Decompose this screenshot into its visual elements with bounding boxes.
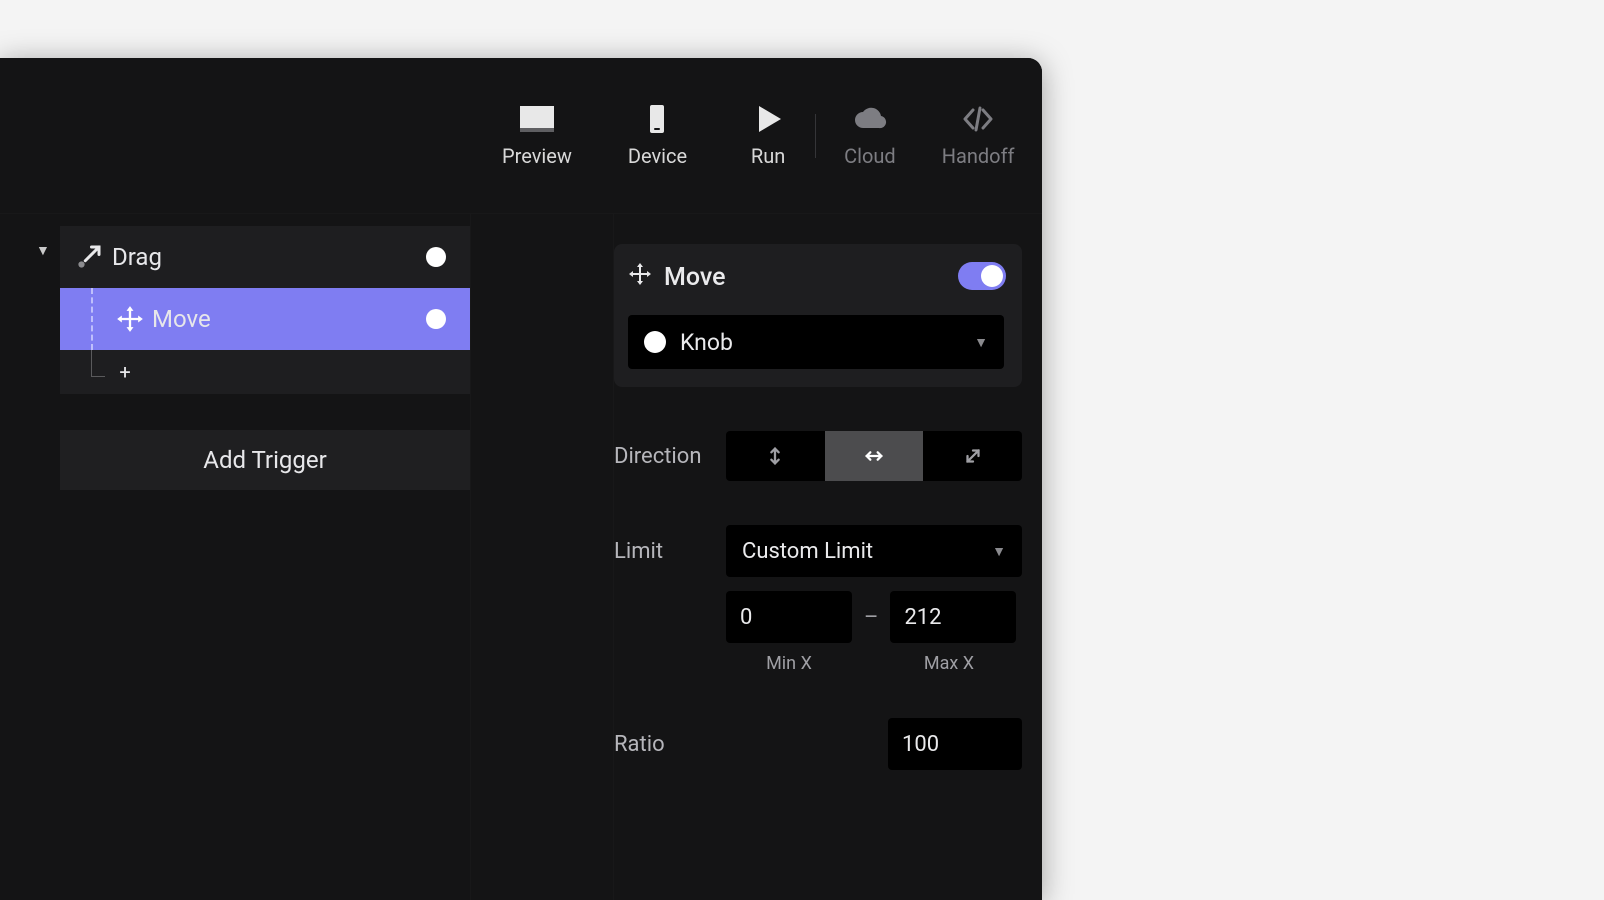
- ratio-input[interactable]: 100: [888, 718, 1022, 770]
- add-trigger-label: Add Trigger: [203, 446, 326, 474]
- trigger-row-drag[interactable]: Drag: [60, 226, 470, 288]
- min-x-caption: Min X: [726, 653, 852, 674]
- min-x-value: 0: [740, 605, 752, 630]
- direction-horizontal[interactable]: [825, 431, 924, 481]
- layer-dot-icon: [426, 247, 446, 267]
- target-label: Knob: [680, 329, 733, 356]
- tree-guide: [91, 288, 93, 350]
- add-action-row[interactable]: +: [60, 350, 470, 394]
- handoff-icon: [959, 104, 997, 134]
- inspector-title-label: Move: [664, 263, 726, 292]
- inspector-panel: Move Knob ▼ Direction: [614, 214, 1042, 900]
- device-label: Device: [628, 144, 687, 168]
- tree-guide: [91, 350, 93, 376]
- run-icon: [749, 104, 787, 134]
- run-label: Run: [751, 144, 785, 168]
- chevron-down-icon: ▼: [974, 334, 988, 351]
- max-x-input[interactable]: 212: [890, 591, 1016, 643]
- chevron-down-icon[interactable]: ▼: [36, 242, 50, 259]
- toolbar-separator: [815, 114, 816, 158]
- direction-vertical[interactable]: [726, 431, 825, 481]
- body-split: ▼ Drag Move: [0, 214, 1042, 900]
- limit-label: Limit: [614, 539, 726, 564]
- move-icon: [116, 305, 144, 333]
- preview-label: Preview: [502, 144, 572, 168]
- limit-values: 0 – 212: [726, 591, 1022, 643]
- trigger-block: Drag Move +: [60, 226, 470, 394]
- preview-button[interactable]: Preview: [502, 104, 572, 168]
- action-row-label: Move: [152, 305, 211, 333]
- ratio-label: Ratio: [614, 732, 726, 757]
- max-x-caption: Max X: [886, 653, 1012, 674]
- inspector-card: Move Knob ▼: [614, 244, 1022, 387]
- cloud-icon: [851, 104, 889, 134]
- cloud-label: Cloud: [844, 144, 896, 168]
- target-select[interactable]: Knob ▼: [628, 315, 1004, 369]
- direction-free[interactable]: [923, 431, 1022, 481]
- enabled-toggle[interactable]: [958, 262, 1006, 290]
- add-trigger-button[interactable]: Add Trigger: [60, 430, 470, 490]
- plus-icon: +: [116, 360, 134, 384]
- layer-dot-icon: [644, 331, 666, 353]
- ratio-value: 100: [902, 732, 939, 757]
- action-row-move[interactable]: Move: [60, 288, 470, 350]
- range-dash: –: [864, 605, 878, 630]
- device-button[interactable]: Device: [628, 104, 687, 168]
- ratio-row: Ratio 100: [614, 718, 1022, 770]
- direction-segmented: [726, 431, 1022, 481]
- canvas-area: [470, 214, 614, 900]
- actions-panel: ▼ Drag Move: [0, 214, 470, 900]
- move-icon: [628, 262, 652, 293]
- drag-icon: [74, 242, 104, 272]
- layer-dot-icon: [426, 309, 446, 329]
- trigger-row-label: Drag: [112, 243, 162, 271]
- toolbar: Preview Device Run Cloud: [0, 58, 1042, 214]
- limit-captions: Min X Max X: [726, 653, 1022, 674]
- tree-elbow: [91, 376, 105, 377]
- limit-row: Limit Custom Limit ▼: [614, 525, 1022, 577]
- max-x-value: 212: [904, 605, 941, 630]
- preview-icon: [518, 104, 556, 134]
- limit-select[interactable]: Custom Limit ▼: [726, 525, 1022, 577]
- handoff-label: Handoff: [942, 144, 1015, 168]
- app-window: Preview Device Run Cloud: [0, 58, 1042, 900]
- chevron-down-icon: ▼: [992, 543, 1006, 560]
- direction-label: Direction: [614, 444, 726, 469]
- limit-select-value: Custom Limit: [742, 539, 873, 564]
- run-button[interactable]: Run: [749, 104, 787, 168]
- cloud-button[interactable]: Cloud: [844, 104, 896, 168]
- direction-row: Direction: [614, 431, 1022, 481]
- inspector-title: Move: [628, 262, 1004, 293]
- device-icon: [638, 104, 676, 134]
- min-x-input[interactable]: 0: [726, 591, 852, 643]
- handoff-button[interactable]: Handoff: [942, 104, 1015, 168]
